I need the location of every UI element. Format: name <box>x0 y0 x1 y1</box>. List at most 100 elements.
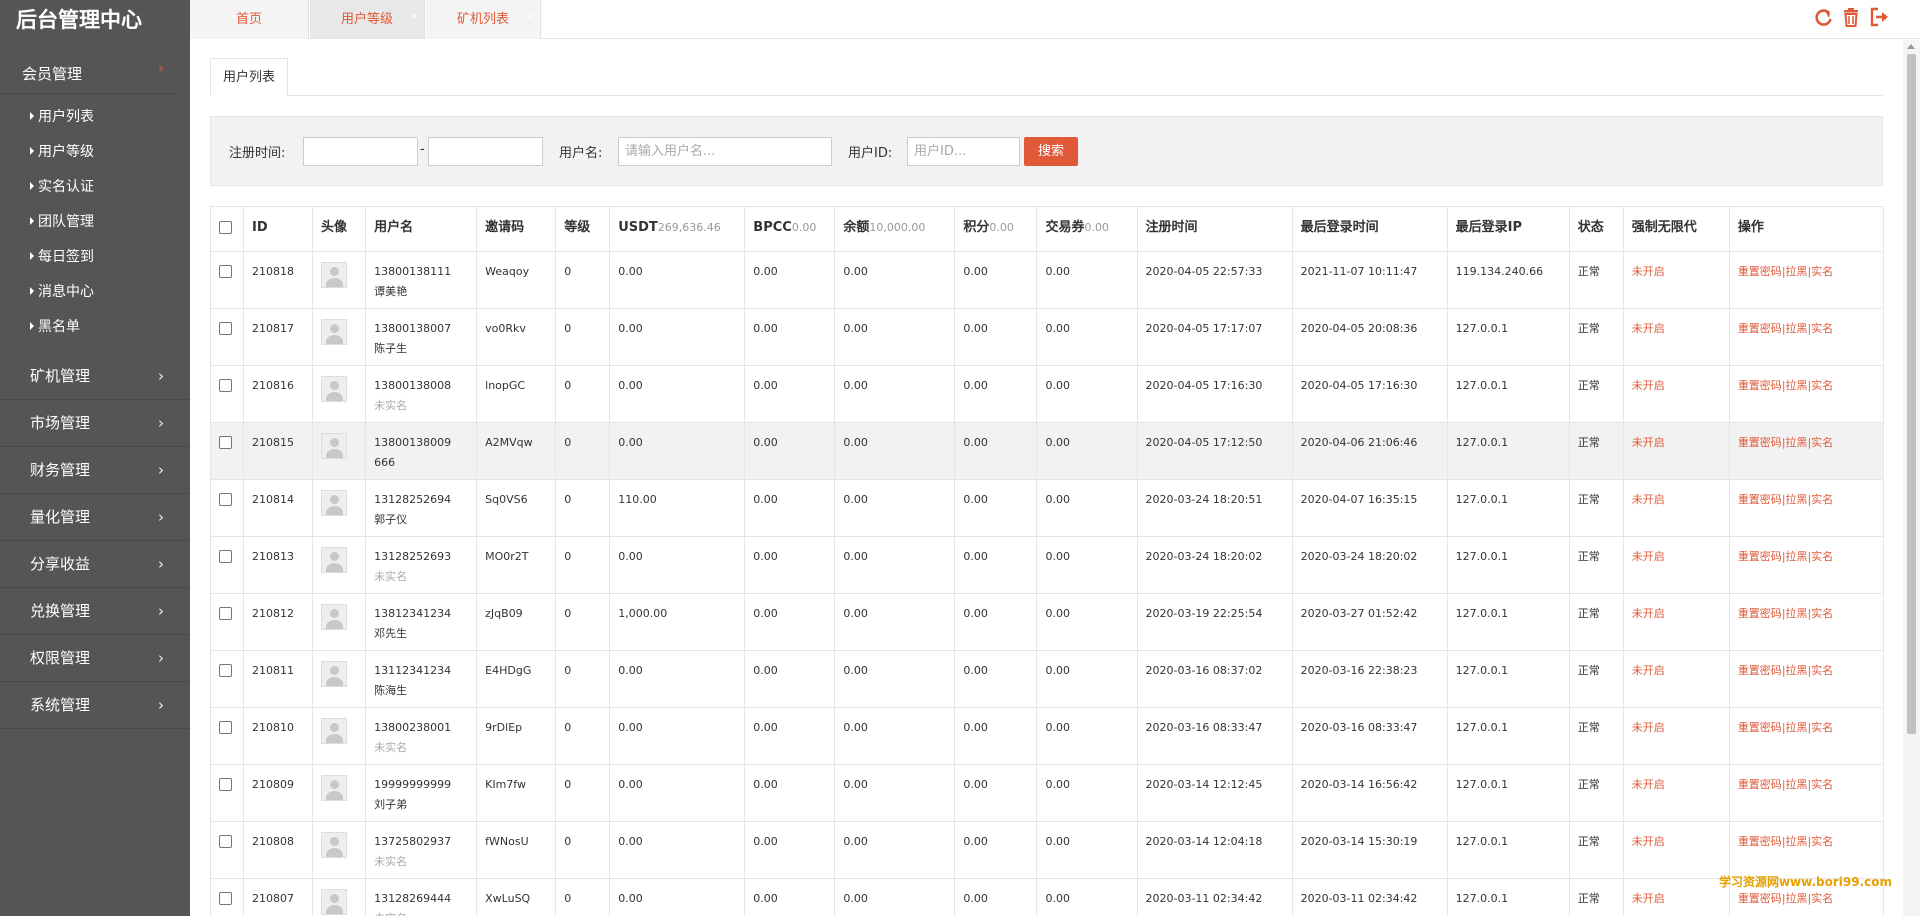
avatar <box>321 547 348 573</box>
reg-time-end-input[interactable] <box>428 137 543 166</box>
username-input[interactable]: 请输入用户名... <box>618 137 832 166</box>
menu-group-member[interactable]: 会员管理 › <box>0 54 178 94</box>
reset-password-link[interactable]: 重置密码 <box>1738 607 1782 620</box>
row-checkbox[interactable] <box>219 892 232 905</box>
block-link[interactable]: 拉黑 <box>1786 607 1808 620</box>
block-link[interactable]: 拉黑 <box>1786 493 1808 506</box>
reset-password-link[interactable]: 重置密码 <box>1738 493 1782 506</box>
block-link[interactable]: 拉黑 <box>1786 721 1808 734</box>
menu-group-header[interactable]: 系统管理 › <box>0 682 190 728</box>
row-checkbox[interactable] <box>219 436 232 449</box>
realname-link[interactable]: 实名 <box>1811 778 1833 791</box>
realname-link[interactable]: 实名 <box>1811 721 1833 734</box>
menu-group-header[interactable]: 市场管理 › <box>0 400 190 446</box>
sidebar-sub-item[interactable]: 用户列表 <box>0 100 190 135</box>
cell-points: 0.00 <box>954 365 1038 423</box>
block-link[interactable]: 拉黑 <box>1786 550 1808 563</box>
row-checkbox[interactable] <box>219 607 232 620</box>
row-checkbox[interactable] <box>219 550 232 563</box>
block-link[interactable]: 拉黑 <box>1786 778 1808 791</box>
menu-group-header[interactable]: 兑换管理 › <box>0 588 190 634</box>
block-link[interactable]: 拉黑 <box>1786 664 1808 677</box>
select-all-checkbox[interactable] <box>219 221 232 234</box>
menu-group-header[interactable]: 权限管理 › <box>0 635 190 681</box>
menu-group-header[interactable]: 矿机管理 › <box>0 353 190 399</box>
menu-group-header[interactable]: 分享收益 › <box>0 541 190 587</box>
header-coupon-label: 交易券 <box>1045 220 1085 235</box>
cell-usdt: 0.00 <box>609 536 746 594</box>
realname-link[interactable]: 实名 <box>1811 892 1833 905</box>
sidebar-sub-item[interactable]: 黑名单 <box>0 310 190 345</box>
row-checkbox[interactable] <box>219 664 232 677</box>
trash-icon[interactable] <box>1840 6 1862 28</box>
scrollbar[interactable] <box>1903 40 1920 916</box>
realname-link[interactable]: 实名 <box>1811 265 1833 278</box>
cell-bpcc: 0.00 <box>744 707 836 765</box>
reset-password-link[interactable]: 重置密码 <box>1738 664 1782 677</box>
realname-link[interactable]: 实名 <box>1811 550 1833 563</box>
reset-password-link[interactable]: 重置密码 <box>1738 436 1782 449</box>
scroll-thumb[interactable] <box>1907 54 1916 734</box>
table-row: 210808 13725802937 未实名 fWNosU 0 0.00 0.00 0.00 0… <box>209 821 1885 879</box>
realname-link[interactable]: 实名 <box>1811 607 1833 620</box>
cell-ip: 127.0.0.1 <box>1446 593 1570 651</box>
menu-group-header[interactable]: 量化管理 › <box>0 494 190 540</box>
cell-force: 未开启 <box>1622 251 1730 309</box>
sidebar: 后台管理中心 会员管理 › 用户列表 用户等级 实名认证 团队管理 每日签到 消息中心 黑名… <box>0 0 190 916</box>
realname-link[interactable]: 实名 <box>1811 664 1833 677</box>
cell-invite: XwLuSQ <box>476 878 557 916</box>
cell-status: 正常 <box>1568 650 1624 708</box>
tab-user-list[interactable]: 用户列表 <box>210 58 289 96</box>
row-checkbox[interactable] <box>219 379 232 392</box>
reset-password-link[interactable]: 重置密码 <box>1738 721 1782 734</box>
realname-link[interactable]: 实名 <box>1811 436 1833 449</box>
header-id[interactable]: ID <box>243 206 314 252</box>
block-link[interactable]: 拉黑 <box>1786 835 1808 848</box>
chevron-right-icon: › <box>158 696 164 714</box>
block-link[interactable]: 拉黑 <box>1786 265 1808 278</box>
userid-input[interactable]: 用户ID... <box>907 137 1020 166</box>
logout-icon[interactable] <box>1868 6 1890 28</box>
row-checkbox[interactable] <box>219 493 232 506</box>
reset-password-link[interactable]: 重置密码 <box>1738 550 1782 563</box>
block-link[interactable]: 拉黑 <box>1786 436 1808 449</box>
sidebar-sub-item[interactable]: 用户等级 <box>0 135 190 170</box>
cell-status: 正常 <box>1568 308 1624 366</box>
refresh-icon[interactable] <box>1812 6 1834 28</box>
row-checkbox[interactable] <box>219 835 232 848</box>
menu-group-header[interactable]: 财务管理 › <box>0 447 190 493</box>
cell-reg: 2020-03-24 18:20:51 <box>1136 479 1293 537</box>
row-checkbox[interactable] <box>219 265 232 278</box>
cell-id: 210808 <box>243 821 314 879</box>
row-checkbox[interactable] <box>219 721 232 734</box>
reg-time-start-input[interactable] <box>303 137 418 166</box>
cell-usdt: 110.00 <box>609 479 746 537</box>
realname-link[interactable]: 实名 <box>1811 493 1833 506</box>
close-icon[interactable]: × <box>410 0 418 36</box>
block-link[interactable]: 拉黑 <box>1786 379 1808 392</box>
reset-password-link[interactable]: 重置密码 <box>1738 835 1782 848</box>
reset-password-link[interactable]: 重置密码 <box>1738 778 1782 791</box>
scroll-up-icon[interactable] <box>1907 44 1915 49</box>
search-button[interactable]: 搜索 <box>1024 137 1078 166</box>
realname-link[interactable]: 实名 <box>1811 322 1833 335</box>
realname-link[interactable]: 实名 <box>1811 835 1833 848</box>
realname-link[interactable]: 实名 <box>1811 379 1833 392</box>
cell-reg: 2020-03-19 22:25:54 <box>1136 593 1293 651</box>
reset-password-link[interactable]: 重置密码 <box>1738 322 1782 335</box>
row-checkbox[interactable] <box>219 778 232 791</box>
reset-password-link[interactable]: 重置密码 <box>1738 892 1782 905</box>
sidebar-sub-item[interactable]: 每日签到 <box>0 240 190 275</box>
block-link[interactable]: 拉黑 <box>1786 892 1808 905</box>
row-checkbox[interactable] <box>219 322 232 335</box>
sidebar-sub-item[interactable]: 消息中心 <box>0 275 190 310</box>
sidebar-sub-item[interactable]: 实名认证 <box>0 170 190 205</box>
tab-home[interactable]: 首页 <box>190 0 309 39</box>
block-link[interactable]: 拉黑 <box>1786 322 1808 335</box>
tab-miner-list[interactable]: 矿机列表 × <box>426 0 541 39</box>
sidebar-sub-item[interactable]: 团队管理 <box>0 205 190 240</box>
close-icon[interactable]: × <box>526 0 534 36</box>
tab-user-level[interactable]: 用户等级 × <box>310 0 425 39</box>
reset-password-link[interactable]: 重置密码 <box>1738 379 1782 392</box>
reset-password-link[interactable]: 重置密码 <box>1738 265 1782 278</box>
